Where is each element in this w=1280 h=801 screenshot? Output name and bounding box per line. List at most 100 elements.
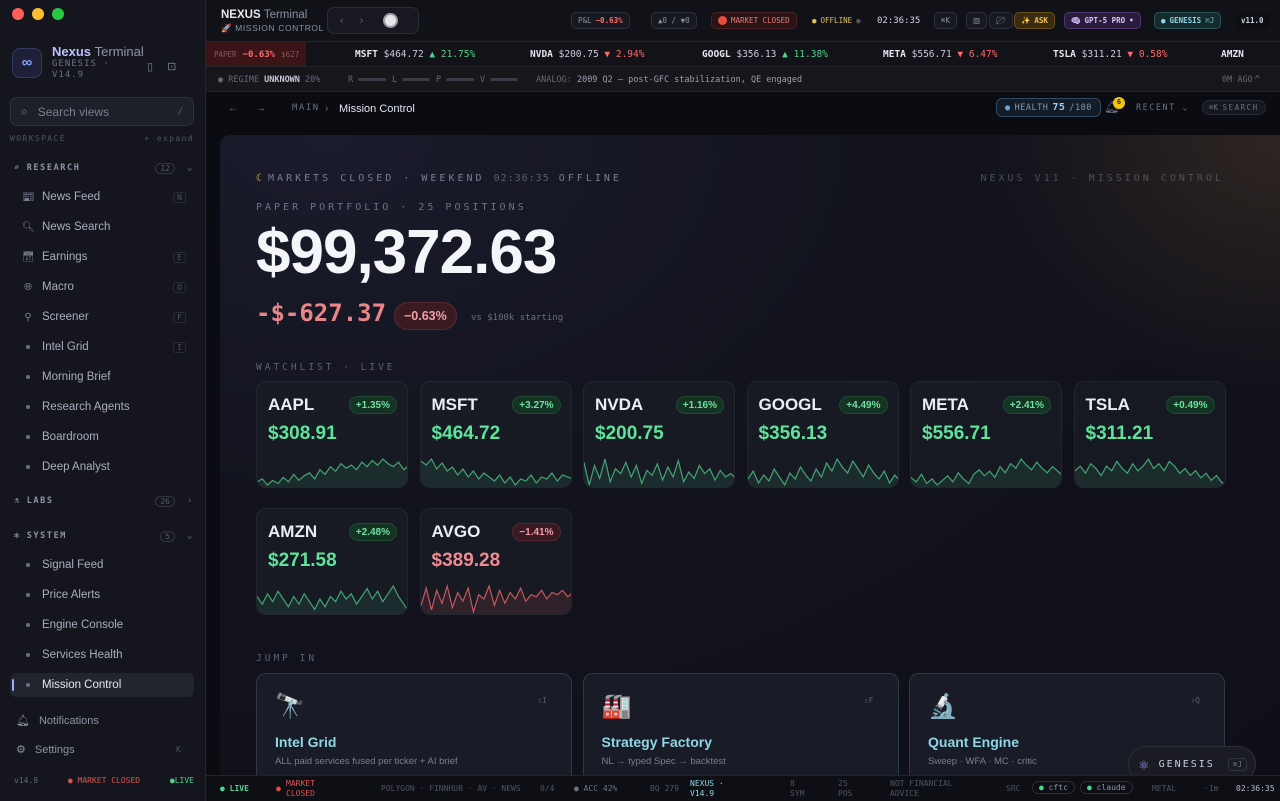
- notifications-link[interactable]: 🔔︎ Notifications: [16, 714, 99, 728]
- watchlist-card-avgo[interactable]: AVGO −1.41% $389.28: [419, 508, 572, 615]
- sidebar-item-morning-brief[interactable]: Morning Brief: [10, 365, 194, 389]
- sidebar-item-shortcut: N: [173, 191, 186, 203]
- watchlist-card-nvda[interactable]: NVDA +1.16% $200.75: [583, 381, 735, 488]
- forward-arrow-icon[interactable]: →: [256, 103, 266, 114]
- card-symbol: AMZN: [268, 522, 318, 541]
- clock-icon[interactable]: [383, 13, 399, 28]
- sidebar-item-signal-feed[interactable]: Signal Feed: [10, 553, 194, 577]
- signal-counts-pill[interactable]: ▲0 / ▼0: [651, 12, 697, 29]
- close-window-button[interactable]: [12, 8, 24, 20]
- ticker-price: $311.21: [1081, 49, 1122, 60]
- sidebar-item-boardroom[interactable]: Boardroom: [10, 425, 194, 449]
- layout-icon[interactable]: ▥: [966, 12, 988, 29]
- brand-version: V14.9: [52, 70, 85, 80]
- watchlist-card-tsla[interactable]: TSLA +0.49% $311.21: [1073, 381, 1226, 488]
- bullet-icon: [26, 375, 30, 379]
- sidebar-item-news-feed[interactable]: 📰︎ News Feed N: [10, 185, 194, 209]
- sidebar-item-research-agents[interactable]: Research Agents: [10, 395, 194, 419]
- back-arrow-icon[interactable]: ←: [228, 103, 238, 114]
- card-price: $200.75: [595, 423, 664, 444]
- sidebar-item-label: Services Health: [42, 649, 123, 661]
- sidebar-item-mission-control[interactable]: Mission Control: [10, 673, 194, 697]
- expand-link[interactable]: + expand: [144, 134, 194, 143]
- sidebar-item-engine-console[interactable]: Engine Console: [10, 613, 194, 637]
- regime-status: ● REGIME UNKNOWN 20%: [218, 75, 321, 85]
- app-window: ∞ Nexus Terminal GENESIS · V14.9 ▯ ⊡ ⌕ S…: [0, 0, 1280, 801]
- watchlist-card-aapl[interactable]: AAPL +1.35% $308.91: [256, 381, 408, 488]
- ticker-item[interactable]: META $556.71 ▼ 6.47%: [883, 49, 997, 60]
- group-research[interactable]: ⌕ RESEARCH 12 ⌄: [10, 158, 194, 178]
- watchlist-card-amzn[interactable]: AMZN +2.48% $271.58: [256, 508, 408, 615]
- dot-icon: •: [1129, 16, 1134, 25]
- group-system[interactable]: ✻ SYSTEM 5 ⌄: [10, 526, 194, 546]
- ticker-strip: PAPER −0.63% $627 MSFT $464.72 ▲ 21.75% NVD…: [206, 42, 1280, 67]
- recent-menu[interactable]: RECENT ⌄: [1136, 103, 1189, 113]
- ticker-change: ▼ 2.94%: [604, 49, 645, 60]
- jump-card-strategy-factory[interactable]: 🏭 ⇧F Strategy Factory NL → typed Spec → …: [582, 673, 899, 775]
- ask-button[interactable]: ✨ ASK: [1014, 12, 1055, 29]
- sidebar-item-price-alerts[interactable]: Price Alerts: [10, 583, 194, 607]
- chevron-up-icon[interactable]: ⌃: [1254, 73, 1261, 86]
- sidebar-item-screener[interactable]: ⚲ Screener F: [10, 305, 194, 329]
- search-icon: ⌕: [14, 163, 21, 173]
- ticker-item[interactable]: NVDA $200.75 ▼ 2.94%: [530, 49, 644, 60]
- src-label: SRC: [1006, 784, 1021, 793]
- card-change-badge: +4.49%: [839, 396, 888, 414]
- sidebar-item-intel-grid[interactable]: Intel Grid I: [10, 335, 194, 359]
- system-count: 5: [160, 530, 175, 542]
- status-bar: ● LIVE ● MARKET CLOSED POLYGON · FINNHUB …: [206, 775, 1280, 801]
- sidebar-item-label: Morning Brief: [42, 371, 111, 383]
- card-price: $308.91: [268, 423, 337, 444]
- minimize-window-button[interactable]: [32, 8, 44, 20]
- group-labs[interactable]: ⚗ LABS 26 ›: [10, 491, 194, 511]
- watchlist-card-googl[interactable]: GOOGL +4.49% $356.13: [746, 381, 899, 488]
- search-input[interactable]: ⌕ Search views /: [10, 97, 194, 126]
- sidebar-toggle-icon[interactable]: ▯: [147, 60, 153, 73]
- card-symbol: NVDA: [595, 395, 644, 414]
- sidebar-item-services-health[interactable]: Services Health: [10, 643, 194, 667]
- search-button[interactable]: ⌘K SEARCH: [1202, 100, 1266, 115]
- zoom-window-button[interactable]: [52, 8, 64, 20]
- claude-chip[interactable]: ● claude: [1080, 781, 1133, 794]
- cftc-chip[interactable]: ● cftc: [1032, 781, 1075, 794]
- health-badge[interactable]: ● HEALTH 75/100: [996, 98, 1101, 117]
- calendar-icon: 📅︎: [22, 251, 35, 263]
- accuracy: ● ACC 42%: [574, 784, 618, 793]
- ticker-item[interactable]: GOOGL $356.13 ▲ 11.38%: [702, 49, 828, 60]
- forward-icon[interactable]: ›: [360, 15, 364, 27]
- ticker-item[interactable]: AMZN: [1221, 49, 1244, 60]
- ticker-price: $200.75: [558, 49, 599, 60]
- bullet-icon: [26, 345, 30, 349]
- paper-pnl[interactable]: PAPER −0.63% $627: [206, 42, 306, 66]
- breadcrumb-main[interactable]: MAIN: [292, 103, 320, 113]
- model-select[interactable]: 🧠︎ GPT-5 PRO •: [1064, 12, 1141, 29]
- ticker-price: $356.13: [736, 49, 777, 60]
- genesis-pill[interactable]: ● GENESIS ⌘J: [1154, 12, 1222, 29]
- card-symbol: TSLA: [1085, 395, 1130, 414]
- collapse-icon[interactable]: ⊡: [167, 60, 176, 73]
- sidebar-item-shortcut: E: [173, 251, 186, 263]
- back-icon[interactable]: ‹: [340, 15, 344, 27]
- sidebar-item-deep-analyst[interactable]: Deep Analyst: [10, 455, 194, 479]
- regime-p-label: P: [436, 75, 442, 85]
- bullet-icon: [26, 683, 30, 687]
- sidebar-item-earnings[interactable]: 📅︎ Earnings E: [10, 245, 194, 269]
- jump-card-desc: Sweep · WFA · MC · critic: [928, 756, 1037, 767]
- ticker-item[interactable]: MSFT $464.72 ▲ 21.75%: [355, 49, 475, 60]
- sidebar-item-label: Earnings: [42, 251, 88, 263]
- footer-market: MARKET CLOSED: [286, 779, 315, 798]
- settings-link[interactable]: ⚙ Settings K: [16, 743, 181, 757]
- sidebar-item-macro[interactable]: 🌐︎ Macro O: [10, 275, 194, 299]
- pnl-pill[interactable]: P&L −0.63%: [571, 12, 630, 29]
- sources-count: 0/4: [540, 784, 555, 793]
- ticker-item[interactable]: TSLA $311.21 ▼ 0.58%: [1053, 49, 1167, 60]
- jump-card-intel-grid[interactable]: 🔭 ⇧I Intel Grid ALL paid services fused …: [256, 673, 572, 775]
- watchlist-card-meta[interactable]: META +2.41% $556.71: [910, 381, 1062, 488]
- labs-count: 26: [155, 495, 175, 507]
- sidebar-item-news-search[interactable]: 🔍︎ News Search: [10, 215, 194, 239]
- market-status-pill[interactable]: MARKET CLOSED: [711, 12, 797, 29]
- folder-icon[interactable]: 📂︎: [989, 12, 1013, 29]
- metal-label: METAL: [1152, 784, 1177, 793]
- command-palette-shortcut[interactable]: ⌘K: [934, 12, 958, 29]
- watchlist-card-msft[interactable]: MSFT +3.27% $464.72: [419, 381, 572, 488]
